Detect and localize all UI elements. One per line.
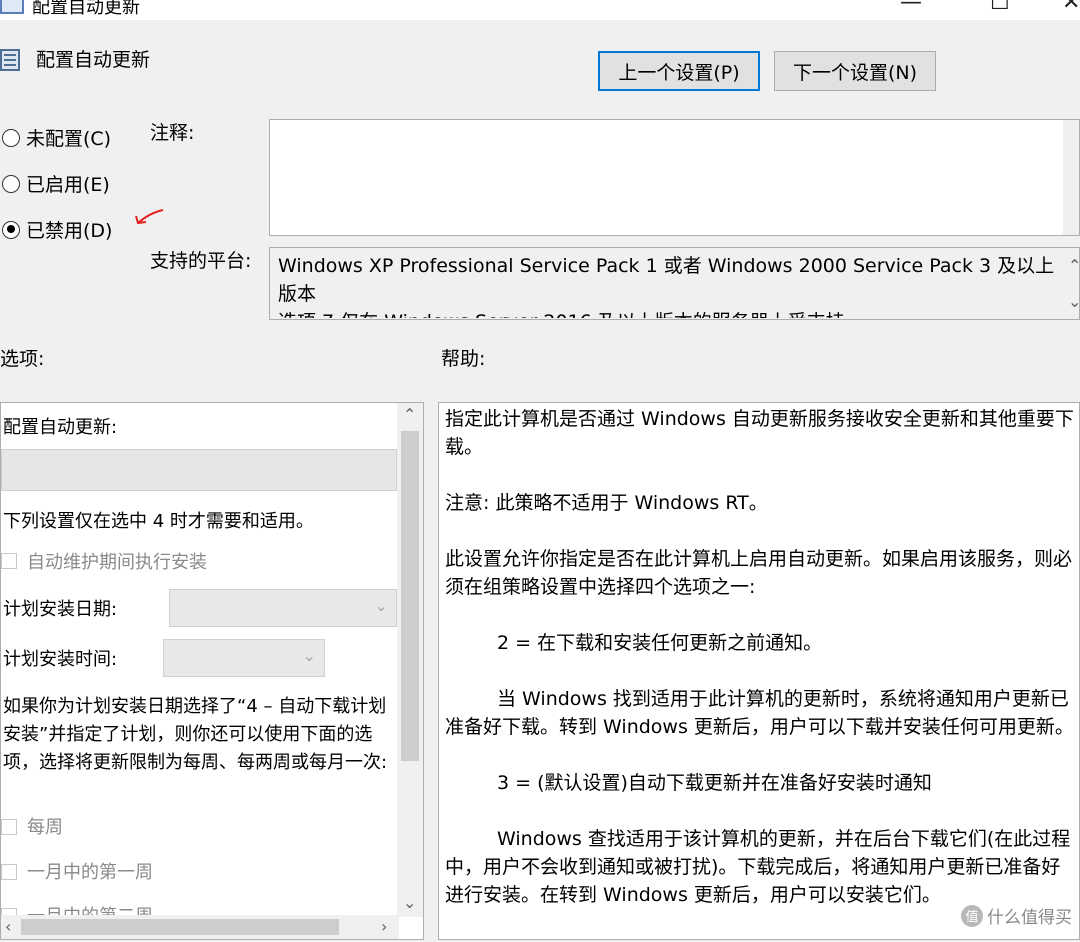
platform-line: Windows XP Professional Service Pack 1 或… [278, 255, 1055, 305]
maximize-icon[interactable]: ☐ [990, 0, 1010, 15]
radio-icon[interactable] [2, 128, 20, 147]
note-text: 下列设置仅在选中 4 时才需要和适用。 [3, 511, 314, 532]
page-title: 配置自动更新 [36, 49, 151, 71]
help-paragraph: 注意: 此策略不适用于 Windows RT。 [445, 492, 768, 514]
minimize-icon[interactable]: — [900, 0, 922, 15]
radio-enabled[interactable]: 已启用(E) [2, 170, 110, 197]
install-time-label: 计划安装时间: [3, 649, 118, 670]
help-heading: 帮助: [441, 348, 486, 370]
platform-text: Windows XP Professional Service Pack 1 或… [278, 252, 1068, 318]
config-label: 配置自动更新: [3, 417, 118, 438]
radio-label: 已启用(E) [26, 174, 110, 196]
scroll-down-icon[interactable]: ⌄ [1068, 292, 1080, 311]
schedule-description: 如果你为计划安装日期选择了“4 – 自动下载计划安装”并指定了计划，则你还可以使… [3, 696, 388, 773]
first-week-checkbox[interactable] [1, 864, 17, 880]
comment-label: 注释: [150, 122, 195, 144]
policy-icon [0, 49, 20, 71]
platform-label: 支持的平台: [150, 250, 252, 272]
help-paragraph: 3 = (默认设置)自动下载更新并在准备好安装时通知 [497, 772, 932, 794]
app-icon [0, 0, 24, 14]
close-icon[interactable]: ✕ [1062, 0, 1080, 15]
scroll-up-icon[interactable]: ⌃ [403, 405, 416, 424]
prev-setting-button[interactable]: 上一个设置(P) [598, 51, 760, 91]
install-time-select[interactable]: ⌄ [163, 639, 325, 677]
comment-textarea[interactable] [269, 119, 1080, 236]
watermark-text: 什么值得买 [987, 908, 1072, 928]
install-day-label: 计划安装日期: [3, 599, 118, 620]
watermark: 值 什么值得买 [961, 903, 1072, 928]
radio-not-configured[interactable]: 未配置(C) [2, 124, 111, 151]
radio-disabled[interactable]: 已禁用(D) [2, 216, 112, 243]
install-day-select[interactable]: ⌄ [169, 589, 397, 627]
weekly-checkbox[interactable] [1, 819, 17, 835]
platform-line-2: 选项 7 仅在 Windows Server 2016 及以上版本的服务器上受支… [278, 308, 1068, 318]
next-setting-button[interactable]: 下一个设置(N) [774, 51, 936, 91]
maintenance-label: 自动维护期间执行安装 [27, 552, 207, 573]
help-panel: 指定此计算机是否通过 Windows 自动更新服务接收安全更新和其他重要下载。 … [438, 402, 1080, 940]
watermark-logo-icon: 值 [961, 904, 983, 927]
title-bar: 配置自动更新 — ☐ ✕ [0, 0, 1080, 20]
radio-label: 未配置(C) [26, 128, 112, 150]
options-hscrollbar[interactable]: ‹ › [1, 915, 399, 939]
options-vscrollbar[interactable]: ⌃ ⌄ [397, 403, 423, 917]
first-week-label: 一月中的第一周 [27, 862, 153, 883]
options-hscroll-thumb[interactable] [21, 919, 339, 935]
scroll-right-icon[interactable]: › [381, 917, 387, 936]
help-paragraph: 指定此计算机是否通过 Windows 自动更新服务接收安全更新和其他重要下载。 [445, 408, 1074, 458]
radio-icon[interactable] [2, 174, 20, 193]
scroll-down-icon[interactable]: ⌄ [403, 893, 416, 912]
scroll-up-icon[interactable]: ⌃ [1068, 256, 1080, 275]
red-arrow-annotation-icon [135, 209, 164, 225]
help-paragraph: 当 Windows 找到适用于此计算机的更新时，系统将通知用户更新已准备好下载。… [445, 688, 1074, 738]
scroll-left-icon[interactable]: ‹ [5, 917, 11, 936]
options-panel: 配置自动更新: 下列设置仅在选中 4 时才需要和适用。 自动维护期间执行安装 计… [0, 402, 424, 940]
help-paragraph: Windows 查找适用于该计算机的更新，并在后台下载它们(在此过程中，用户不会… [445, 828, 1071, 906]
chevron-down-icon: ⌄ [374, 596, 388, 615]
radio-label: 已禁用(D) [26, 220, 113, 242]
help-paragraph: 2 = 在下载和安装任何更新之前通知。 [497, 632, 823, 654]
radio-checked-icon[interactable] [2, 220, 20, 239]
weekly-label: 每周 [27, 817, 63, 838]
help-text: 指定此计算机是否通过 Windows 自动更新服务接收安全更新和其他重要下载。 … [445, 405, 1075, 937]
config-mode-select[interactable] [1, 449, 397, 491]
chevron-down-icon: ⌄ [302, 646, 316, 665]
options-heading: 选项: [0, 348, 45, 370]
options-scroll-thumb[interactable] [401, 431, 419, 761]
window-title: 配置自动更新 [32, 0, 140, 18]
comment-scrollbar[interactable] [1063, 120, 1079, 235]
help-paragraph: 此设置允许你指定是否在此计算机上启用自动更新。如果启用该服务，则必须在组策略设置… [445, 548, 1073, 598]
maintenance-checkbox[interactable] [1, 553, 17, 569]
